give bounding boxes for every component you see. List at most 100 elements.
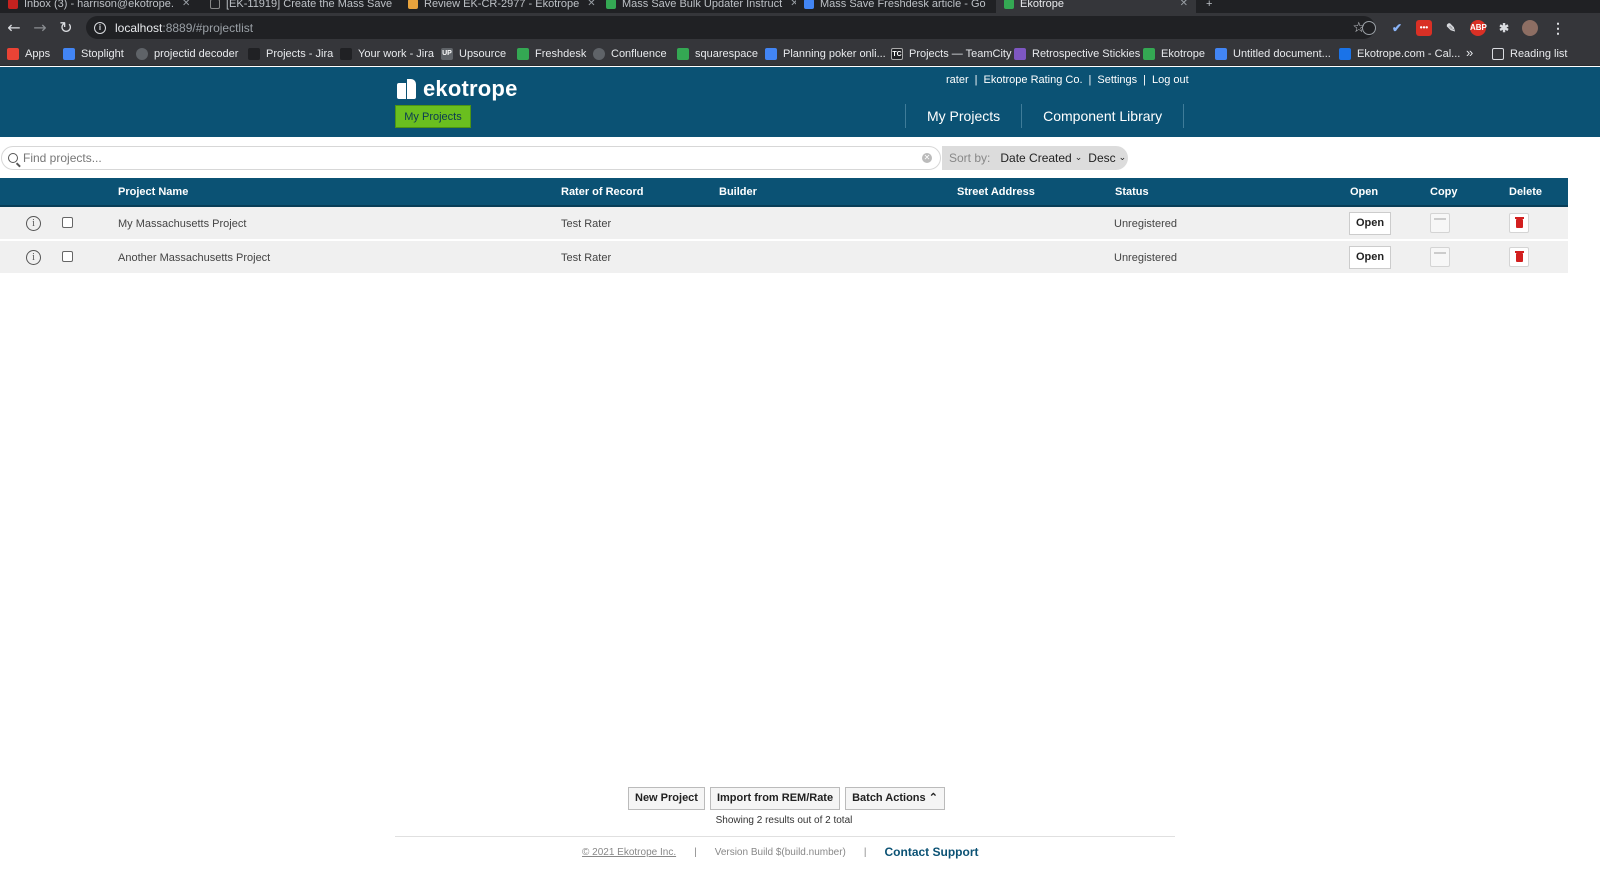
browser-tab-instructions[interactable]: Mass Save Bulk Updater Instruct ✕ (606, 0, 796, 13)
browser-tab-ekotrope[interactable]: Ekotrope ✕ (996, 0, 1196, 13)
row-checkbox[interactable] (62, 251, 73, 262)
company-link[interactable]: Ekotrope Rating Co. (983, 74, 1082, 86)
sort-order-select[interactable]: Desc ⌄ (1088, 151, 1126, 165)
app-header: ekotrope My Projects rater | Ekotrope Rati… (0, 67, 1600, 137)
bookmark-label: Your work - Jira (358, 48, 435, 60)
bookmark-confluence[interactable]: Confluence (593, 47, 667, 61)
extension-pen-icon[interactable]: ✎ (1443, 20, 1459, 36)
my-projects-button[interactable]: My Projects (395, 105, 471, 128)
column-header-rater[interactable]: Rater of Record (561, 186, 644, 198)
nav-component-library[interactable]: Component Library (1022, 108, 1183, 124)
browser-menu-icon[interactable]: ⋮ (1550, 20, 1566, 36)
browser-tab-strip: Inbox (3) - harrison@ekotrope. ✕ [EK-119… (0, 0, 1600, 13)
reading-list-button[interactable]: Reading list (1492, 47, 1567, 61)
project-name-cell[interactable]: Another Massachusetts Project (118, 252, 270, 264)
footer-actions: New Project Import from REM/Rate Batch A… (628, 787, 950, 811)
bookmark-squarespace[interactable]: squarespace (677, 47, 758, 61)
batch-actions-button[interactable]: Batch Actions ⌃ (845, 787, 945, 810)
browser-tab-gdoc[interactable]: Mass Save Freshdesk article - Go ✕ (804, 0, 994, 13)
bookmark-projects-jira[interactable]: Projects - Jira (248, 47, 333, 61)
site-info-icon[interactable]: i (94, 21, 106, 34)
column-header-builder[interactable]: Builder (719, 186, 757, 198)
browser-tab-jira[interactable]: [EK-11919] Create the Mass Save ✕ (210, 0, 400, 13)
bookmark-label: Freshdesk (535, 48, 587, 60)
forward-arrow-icon[interactable]: → (30, 18, 50, 38)
extensions-puzzle-icon[interactable]: ✱ (1496, 20, 1512, 36)
new-project-button[interactable]: New Project (628, 787, 705, 810)
url-path: :8889/#projectlist (162, 20, 254, 35)
bookmark-upsource[interactable]: UP Upsource (441, 47, 506, 61)
bookmark-stoplight[interactable]: Stoplight (63, 47, 124, 61)
main-nav: My Projects Component Library (905, 103, 1185, 129)
info-icon[interactable]: i (26, 250, 41, 265)
info-icon[interactable]: i (26, 216, 41, 231)
trash-icon[interactable] (1509, 213, 1529, 233)
bookmarks-overflow-button[interactable]: » (1466, 45, 1473, 60)
bookmark-apps[interactable]: Apps (7, 47, 50, 61)
column-header-project-name[interactable]: Project Name (118, 186, 188, 198)
nav-my-projects[interactable]: My Projects (906, 108, 1021, 124)
bookmark-label: Untitled document... (1233, 48, 1331, 60)
sort-field-select[interactable]: Date Created ⌄ (1000, 151, 1082, 165)
settings-link[interactable]: Settings (1097, 74, 1137, 86)
import-rem-rate-button[interactable]: Import from REM/Rate (709, 787, 841, 810)
open-button[interactable]: Open (1349, 212, 1391, 235)
extension-sync-icon[interactable] (1362, 21, 1376, 35)
address-bar[interactable]: i localhost:8889/#projectlist ☆ (86, 16, 1375, 39)
column-header-street-address[interactable]: Street Address (957, 186, 1035, 198)
stickies-icon (1014, 48, 1026, 60)
table-row[interactable]: i Another Massachusetts Project Test Rat… (0, 241, 1568, 274)
tab-title: [EK-11919] Create the Mass Save (226, 0, 393, 10)
browser-tab-upsource[interactable]: Review EK-CR-2977 - Ekotrope ✕ (408, 0, 598, 13)
ekotrope-leaf-icon (677, 48, 689, 60)
bookmark-planning-poker[interactable]: Planning poker onli... (765, 47, 886, 61)
bookmark-ekotrope-calendar[interactable]: Ekotrope.com - Cal... (1339, 47, 1460, 61)
extension-lastpass-icon[interactable]: ••• (1416, 20, 1432, 36)
bookmark-retrospective-stickies[interactable]: Retrospective Stickies (1014, 47, 1140, 61)
extension-check-icon[interactable]: ✔ (1389, 20, 1405, 36)
close-icon[interactable]: ✕ (790, 0, 796, 9)
user-links: rater | Ekotrope Rating Co. | Settings | Log o… (946, 74, 1189, 86)
ekotrope-logo[interactable]: ekotrope (395, 76, 518, 102)
back-arrow-icon[interactable]: ← (4, 18, 24, 38)
clear-search-icon[interactable]: ✕ (922, 153, 932, 163)
google-docs-icon (804, 0, 814, 9)
bookmark-untitled-document[interactable]: Untitled document... (1215, 47, 1331, 61)
contact-support-link[interactable]: Contact Support (885, 845, 979, 859)
browser-tab-gmail[interactable]: Inbox (3) - harrison@ekotrope. ✕ (8, 0, 198, 13)
close-icon[interactable]: ✕ (587, 0, 595, 9)
copyright-link[interactable]: © 2021 Ekotrope Inc. (582, 847, 676, 858)
column-header-status[interactable]: Status (1115, 186, 1149, 198)
row-checkbox[interactable] (62, 217, 73, 228)
bookmark-projectid-decoder[interactable]: projectid decoder (136, 47, 238, 61)
bookmark-your-work-jira[interactable]: Your work - Jira (340, 47, 434, 61)
copy-icon[interactable] (1430, 247, 1450, 267)
copy-icon[interactable] (1430, 213, 1450, 233)
table-row[interactable]: i My Massachusetts Project Test Rater Un… (0, 207, 1568, 240)
bookmark-label: Projects — TeamCity (909, 48, 1012, 60)
status-cell: Unregistered (1114, 218, 1177, 230)
find-projects-input[interactable] (23, 151, 903, 165)
logout-link[interactable]: Log out (1152, 74, 1189, 86)
bookmark-freshdesk[interactable]: Freshdesk (517, 47, 586, 61)
bookmark-ekotrope[interactable]: Ekotrope (1143, 47, 1205, 61)
reload-icon[interactable]: ↻ (56, 18, 76, 38)
bookmark-label: Retrospective Stickies (1032, 48, 1141, 60)
project-name-cell[interactable]: My Massachusetts Project (118, 218, 246, 230)
extension-adblock-icon[interactable]: ABP (1470, 20, 1487, 36)
new-tab-button[interactable]: + (1206, 0, 1212, 13)
bookmark-label: Projects - Jira (266, 48, 334, 60)
ekotrope-icon (1004, 0, 1014, 9)
user-name-link[interactable]: rater (946, 74, 969, 86)
open-button[interactable]: Open (1349, 246, 1391, 269)
profile-avatar[interactable] (1522, 20, 1538, 36)
calendar-icon (1339, 48, 1351, 60)
bookmarks-bar: Apps Stoplight projectid decoder Project… (0, 42, 1600, 66)
upsource-icon: UP (441, 48, 453, 60)
trash-icon[interactable] (1509, 247, 1529, 267)
close-icon[interactable]: ✕ (1180, 0, 1188, 9)
close-icon[interactable]: ✕ (182, 0, 190, 9)
sort-field-value: Date Created (1000, 151, 1072, 165)
bookmark-teamcity[interactable]: TC Projects — TeamCity (891, 47, 1012, 61)
reading-list-label: Reading list (1510, 48, 1568, 60)
